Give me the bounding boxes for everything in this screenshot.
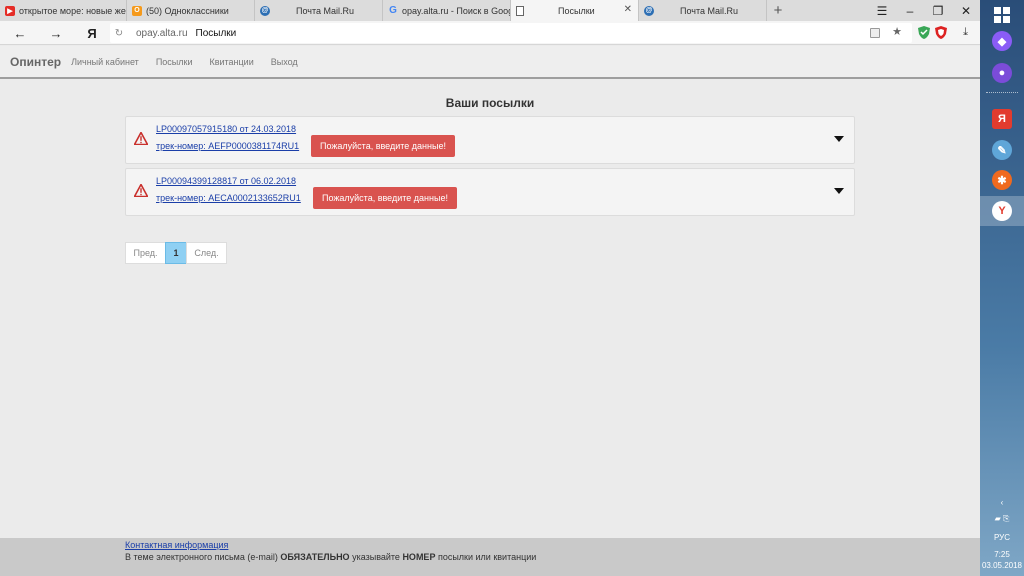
network-icon[interactable]: ▰ ⎘ <box>980 514 1024 524</box>
youtube-icon: ▶ <box>5 5 15 16</box>
minimize-icon[interactable]: – <box>896 0 924 21</box>
tab-title: Почта Mail.Ru <box>296 5 354 16</box>
page-title: Ваши посылки <box>445 96 535 110</box>
expand-caret-icon[interactable] <box>834 188 844 194</box>
clock-date[interactable]: 03.05.2018 <box>980 561 1024 570</box>
address-bar[interactable]: ↻ opay.alta.ru Посылки ★ <box>110 23 912 43</box>
pagination-page-1[interactable]: 1 <box>165 242 187 264</box>
forward-icon[interactable]: → <box>46 23 66 43</box>
taskbar-yandex-app[interactable]: Я <box>980 104 1024 134</box>
reload-icon[interactable]: ↻ <box>110 28 128 39</box>
new-tab-button[interactable]: + <box>767 0 789 21</box>
download-icon[interactable]: ⤓ <box>959 25 972 40</box>
yandex-browser-icon: Y <box>992 201 1012 221</box>
enter-data-alert[interactable]: Пожалуйста, введите данные! <box>313 187 457 209</box>
clock-time[interactable]: 7:25 <box>980 550 1024 559</box>
tab-mail-ru-2[interactable]: @ Почта Mail.Ru <box>639 0 767 21</box>
warning-icon <box>134 184 148 197</box>
tray-expand-icon[interactable]: ‹ <box>980 498 1024 507</box>
protect-icon[interactable] <box>934 25 947 40</box>
parcel-item[interactable]: LP00097057915180 от 24.03.2018 трек-номе… <box>125 116 855 164</box>
yandex-icon: Я <box>992 109 1012 129</box>
footer-note-text: В теме электронного письма (e-mail) <box>125 552 281 562</box>
window-controls: ☰ – ❐ ✕ <box>868 0 980 21</box>
alice-button[interactable]: ◆ <box>980 26 1024 56</box>
site-content: Опинтер Личный кабинет Посылки Квитанции… <box>0 46 980 576</box>
nav-parcels[interactable]: Посылки <box>156 57 193 67</box>
yandex-home-icon[interactable]: Я <box>82 23 102 43</box>
footer-note-text: указывайте <box>349 552 403 562</box>
paint-icon: ✎ <box>992 140 1012 160</box>
bookmark-star-icon[interactable]: ★ <box>892 25 902 38</box>
expand-caret-icon[interactable] <box>834 136 844 142</box>
nav-cabinet[interactable]: Личный кабинет <box>71 57 139 67</box>
footer-note-text: посылки или квитанции <box>435 552 537 562</box>
parcel-item[interactable]: LP00094399128817 от 06.02.2018 трек-номе… <box>125 168 855 216</box>
enter-data-alert[interactable]: Пожалуйста, введите данные! <box>311 135 455 157</box>
close-window-icon[interactable]: ✕ <box>952 0 980 21</box>
pagination: Пред. 1 След. <box>125 242 227 264</box>
tab-mail-ru[interactable]: @ Почта Mail.Ru <box>255 0 383 21</box>
close-tab-icon[interactable]: ✕ <box>624 4 632 15</box>
tab-title: Почта Mail.Ru <box>680 5 738 16</box>
menu-icon[interactable]: ☰ <box>868 0 896 21</box>
windows-taskbar: ◆ ● Я ✎ ✱ Y ‹ ▰ ⎘ РУС 7:25 03.05.2018 <box>980 0 1024 576</box>
address-domain: opay.alta.ru <box>136 27 188 39</box>
taskbar-yandex-browser[interactable]: Y <box>980 196 1024 226</box>
lock-icon[interactable] <box>870 28 880 38</box>
windows-logo-icon <box>994 7 1010 23</box>
tab-odnoklassniki[interactable]: О (50) Одноклассники <box>127 0 255 21</box>
tab-title: открытое море: новые жерт <box>19 5 126 16</box>
site-footer: Контактная информация В теме электронног… <box>0 538 980 576</box>
browser-window: ▶ открытое море: новые жерт О (50) Однок… <box>0 0 980 576</box>
parcel-order-link[interactable]: LP00097057915180 от 24.03.2018 <box>156 124 296 134</box>
parcel-order-link[interactable]: LP00094399128817 от 06.02.2018 <box>156 176 296 186</box>
mail-ru-icon: @ <box>260 5 270 16</box>
pagination-next[interactable]: След. <box>186 242 227 264</box>
parcel-track-link[interactable]: трек-номер: AEFP0000381174RU1 <box>156 141 299 151</box>
tab-title: opay.alta.ru - Поиск в Goog <box>402 5 510 16</box>
shield-green-icon[interactable] <box>917 25 930 40</box>
back-icon[interactable]: ← <box>10 23 30 43</box>
footer-note-bold: ОБЯЗАТЕЛЬНО <box>280 552 350 562</box>
taskbar-ok-app[interactable]: ✱ <box>980 165 1024 195</box>
pagination-prev[interactable]: Пред. <box>125 242 166 264</box>
site-brand[interactable]: Опинтер <box>10 55 61 69</box>
voice-button[interactable]: ● <box>980 58 1024 88</box>
tab-posylki[interactable]: Посылки ✕ <box>511 0 639 21</box>
contact-info-link[interactable]: Контактная информация <box>125 540 228 550</box>
browser-toolbar: ← → Я ↻ opay.alta.ru Посылки ★ ⤓ <box>0 21 980 45</box>
alice-icon: ◆ <box>992 31 1012 51</box>
restore-icon[interactable]: ❐ <box>924 0 952 21</box>
footer-note-bold: НОМЕР <box>402 552 436 562</box>
odnoklassniki-app-icon: ✱ <box>992 170 1012 190</box>
tab-title: (50) Одноклассники <box>146 5 229 16</box>
mail-ru-icon: @ <box>644 5 654 16</box>
microphone-icon: ● <box>992 63 1012 83</box>
tab-google-search[interactable]: G opay.alta.ru - Поиск в Goog <box>383 0 511 21</box>
language-indicator[interactable]: РУС <box>980 533 1024 542</box>
tab-youtube[interactable]: ▶ открытое море: новые жерт <box>0 0 127 21</box>
site-navbar: Опинтер Личный кабинет Посылки Квитанции… <box>0 46 980 79</box>
nav-receipts[interactable]: Квитанции <box>209 57 253 67</box>
address-title: Посылки <box>195 27 237 39</box>
taskbar-paint-app[interactable]: ✎ <box>980 135 1024 165</box>
tab-title: Посылки <box>558 5 595 16</box>
odnoklassniki-icon: О <box>132 5 142 16</box>
page-icon <box>516 5 524 16</box>
nav-logout[interactable]: Выход <box>271 57 298 67</box>
warning-icon <box>134 132 148 145</box>
parcel-track-link[interactable]: трек-номер: AECA0002133652RU1 <box>156 193 301 203</box>
google-icon: G <box>389 5 397 16</box>
taskbar-divider <box>986 92 1018 93</box>
tab-strip: ▶ открытое море: новые жерт О (50) Однок… <box>0 0 980 21</box>
footer-note: В теме электронного письма (e-mail) ОБЯЗ… <box>125 552 536 562</box>
